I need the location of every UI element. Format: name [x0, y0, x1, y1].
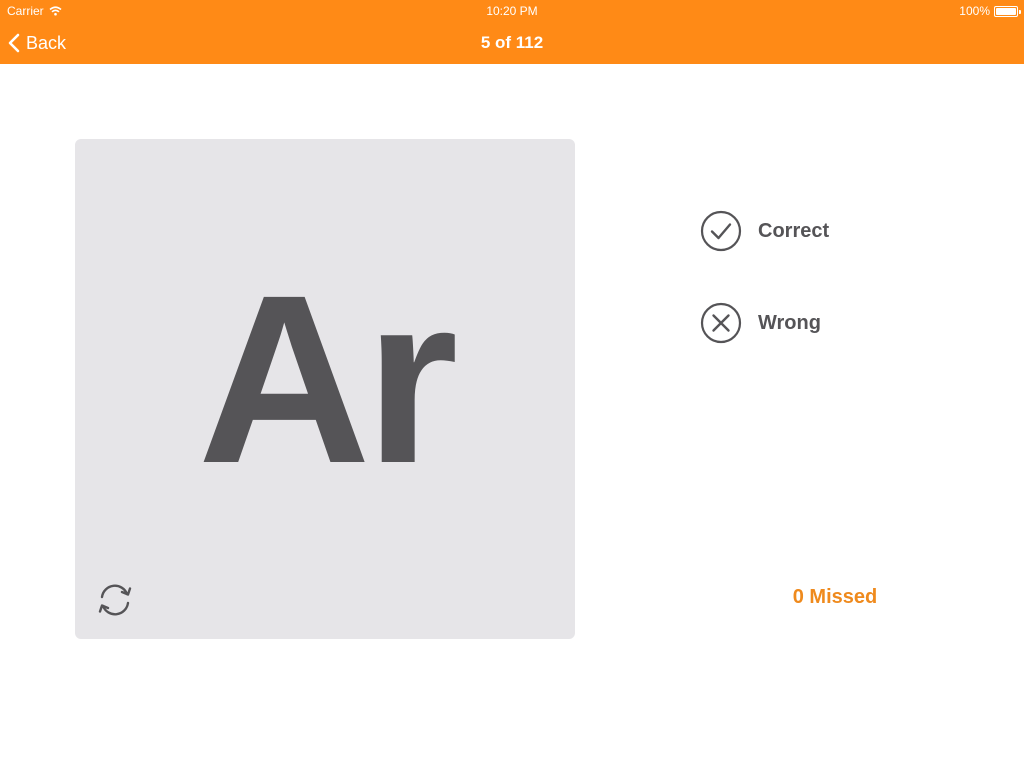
nav-bar: Back 5 of 112 — [0, 22, 1024, 64]
x-circle-icon — [700, 302, 742, 344]
flashcard[interactable]: Ar — [75, 139, 575, 639]
status-time: 10:20 PM — [486, 4, 538, 18]
correct-button[interactable]: Correct — [700, 210, 829, 252]
page-title: 5 of 112 — [480, 33, 544, 52]
correct-label: Correct — [758, 219, 830, 242]
refresh-icon — [98, 584, 132, 616]
battery-group: 100% — [959, 4, 1021, 18]
top-bar: Carrier 10:20 PM 100% Back 5 of 112 — [0, 0, 1024, 64]
check-circle-icon — [700, 210, 742, 252]
status-bar: Carrier 10:20 PM 100% — [0, 0, 1024, 22]
missed-count: 0 Missed — [792, 586, 878, 608]
wrong-button[interactable]: Wrong — [700, 302, 821, 344]
element-symbol: Ar — [197, 245, 459, 513]
flip-card-button[interactable] — [94, 579, 136, 621]
battery-percent: 100% — [959, 4, 990, 18]
wrong-label: Wrong — [758, 311, 821, 334]
battery-icon — [994, 5, 1021, 17]
